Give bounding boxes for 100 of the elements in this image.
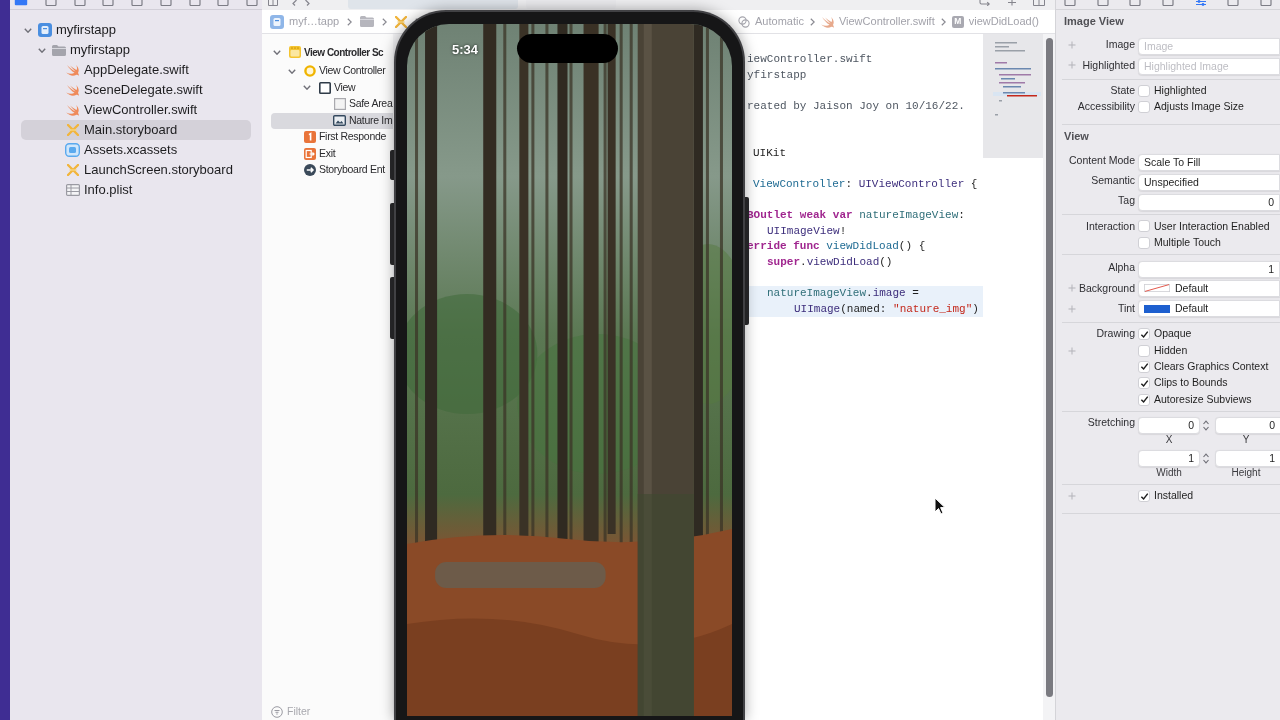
color-popup-button[interactable]: Default	[1138, 280, 1280, 297]
checkbox-label: Hidden	[1154, 342, 1188, 358]
navigator-tab-icon[interactable]	[246, 0, 258, 6]
scrollbar-thumb[interactable]	[1045, 38, 1053, 697]
navigator-item[interactable]: Assets.xcassets	[21, 140, 251, 160]
chevron-right-icon	[940, 17, 946, 26]
linked-circles-icon	[738, 15, 750, 28]
image-icon	[333, 115, 346, 127]
number-field[interactable]: 0	[1215, 416, 1280, 434]
storyboard-file-icon	[395, 15, 408, 28]
chevron-right-icon	[809, 17, 815, 26]
number-field[interactable]: 1	[1138, 449, 1200, 467]
navigator-tab-icon[interactable]	[188, 0, 201, 6]
filter-field[interactable]: Filter	[287, 705, 377, 719]
outline-item[interactable]: Safe Area	[271, 96, 393, 113]
code-line: reated by Jaison Joy on 10/16/22.	[747, 98, 966, 114]
navigator-item[interactable]: SceneDelegate.swift	[21, 80, 251, 100]
navigator-item[interactable]: ViewController.swift	[21, 100, 251, 120]
navigator-tab-icon[interactable]	[131, 0, 143, 6]
code-line: super.viewDidLoad()	[766, 254, 894, 270]
chevron-down-icon[interactable]	[38, 47, 46, 53]
split-view-icon[interactable]	[1033, 0, 1045, 6]
minimap-drawing[interactable]	[983, 34, 1043, 158]
chevron-down-icon[interactable]	[273, 49, 281, 55]
outline-item[interactable]: Exit	[271, 145, 393, 162]
mouse-pointer-icon	[934, 497, 946, 515]
image-name-field[interactable]: Highlighted Image	[1138, 57, 1280, 75]
navigator-tab-icon[interactable]	[14, 0, 28, 6]
navigator-item[interactable]: LaunchScreen.storyboard	[21, 160, 251, 180]
number-field[interactable]: 1	[1215, 449, 1280, 467]
checkbox[interactable]	[1138, 393, 1150, 406]
checkbox[interactable]	[1138, 377, 1150, 390]
chevron-down-icon[interactable]	[24, 27, 32, 33]
code-line: ViewController: UIViewController {	[752, 176, 979, 192]
field-caption: Y	[1241, 433, 1251, 446]
popup-button[interactable]: Scale To Fill	[1138, 153, 1280, 171]
navigator-tab-icon[interactable]	[102, 0, 115, 6]
checkbox[interactable]	[1138, 360, 1150, 373]
grid-icon[interactable]	[268, 0, 278, 6]
inspector-tab-icon[interactable]	[1259, 0, 1272, 6]
checkbox[interactable]	[1138, 220, 1150, 233]
field-caption: X	[1164, 433, 1174, 446]
checkbox[interactable]	[1138, 344, 1150, 357]
number-field[interactable]: 0	[1138, 416, 1200, 434]
field-label: Tag	[1118, 193, 1135, 209]
navigator-tab-icon[interactable]	[217, 0, 230, 6]
chevron-right-icon	[347, 17, 353, 26]
inspector-tab-icon[interactable]	[1227, 0, 1240, 6]
field-label: Semantic	[1091, 172, 1135, 188]
checkbox[interactable]	[1138, 84, 1150, 97]
chevron-down-icon[interactable]	[288, 68, 296, 74]
checkbox[interactable]	[1138, 101, 1150, 114]
code-line: erride func viewDidLoad() {	[747, 239, 927, 255]
checkbox[interactable]	[1138, 328, 1150, 341]
outline-item[interactable]: View Controller Sc	[271, 41, 393, 63]
checkbox[interactable]	[1138, 490, 1150, 503]
chevron-down-icon[interactable]	[303, 85, 311, 91]
inspector-tab-icon[interactable]	[1064, 0, 1076, 6]
popup-button[interactable]: Unspecified	[1138, 173, 1280, 191]
inspector-tab-icon[interactable]	[1161, 0, 1174, 6]
folder-icon	[51, 44, 66, 56]
field-label: Background	[1078, 280, 1135, 296]
square-outline-icon	[333, 98, 346, 111]
checkbox-label: Clips to Bounds	[1154, 375, 1228, 391]
table-file-icon	[65, 184, 80, 196]
image-name-field[interactable]: Image	[1138, 37, 1280, 55]
checkbox-label: Autoresize Subviews	[1154, 391, 1252, 407]
number-field[interactable]: 0	[1138, 193, 1280, 211]
outline-item[interactable]: First Responde	[271, 129, 393, 146]
field-label: Drawing	[1096, 326, 1135, 342]
method-badge: M	[951, 15, 964, 28]
outline-item[interactable]: Nature Im	[271, 112, 393, 129]
navigator-item[interactable]: Info.plist	[21, 180, 251, 200]
outline-item[interactable]: View	[271, 79, 393, 96]
color-popup-button[interactable]: Default	[1138, 300, 1280, 318]
exit-icon	[303, 147, 316, 160]
navigator-tab-icon[interactable]	[73, 0, 86, 6]
field-label: State	[1110, 82, 1135, 98]
checkbox-label: Clears Graphics Context	[1154, 359, 1269, 375]
code-line: yfirstapp	[747, 67, 808, 83]
field-label: Interaction	[1085, 218, 1135, 234]
plus-icon[interactable]	[1007, 0, 1017, 6]
ring-icon	[303, 65, 316, 78]
chevron-right-icon	[382, 17, 388, 26]
navigator-item[interactable]: Main.storyboard	[21, 120, 251, 140]
number-field[interactable]: 1	[1138, 260, 1280, 278]
inspector-tab-icon[interactable]	[1129, 0, 1142, 6]
checkbox[interactable]	[1138, 236, 1150, 249]
navigator-item[interactable]: AppDelegate.swift	[21, 60, 251, 80]
inspector-tab-icon[interactable]	[1096, 0, 1109, 6]
stepper-control[interactable]	[1202, 451, 1210, 465]
turn-arrow-icon[interactable]	[979, 0, 991, 6]
outline-item[interactable]: Storyboard Ent	[271, 162, 393, 179]
sliders-tab-icon[interactable]	[1194, 0, 1207, 6]
navigator-tab-icon[interactable]	[44, 0, 57, 6]
outline-item[interactable]: View Controller	[271, 63, 393, 80]
stepper-control[interactable]	[1202, 418, 1210, 432]
navigator-item[interactable]: myfirstapp	[21, 20, 251, 40]
navigator-tab-icon[interactable]	[159, 0, 172, 6]
navigator-item[interactable]: myfirstapp	[21, 40, 251, 60]
